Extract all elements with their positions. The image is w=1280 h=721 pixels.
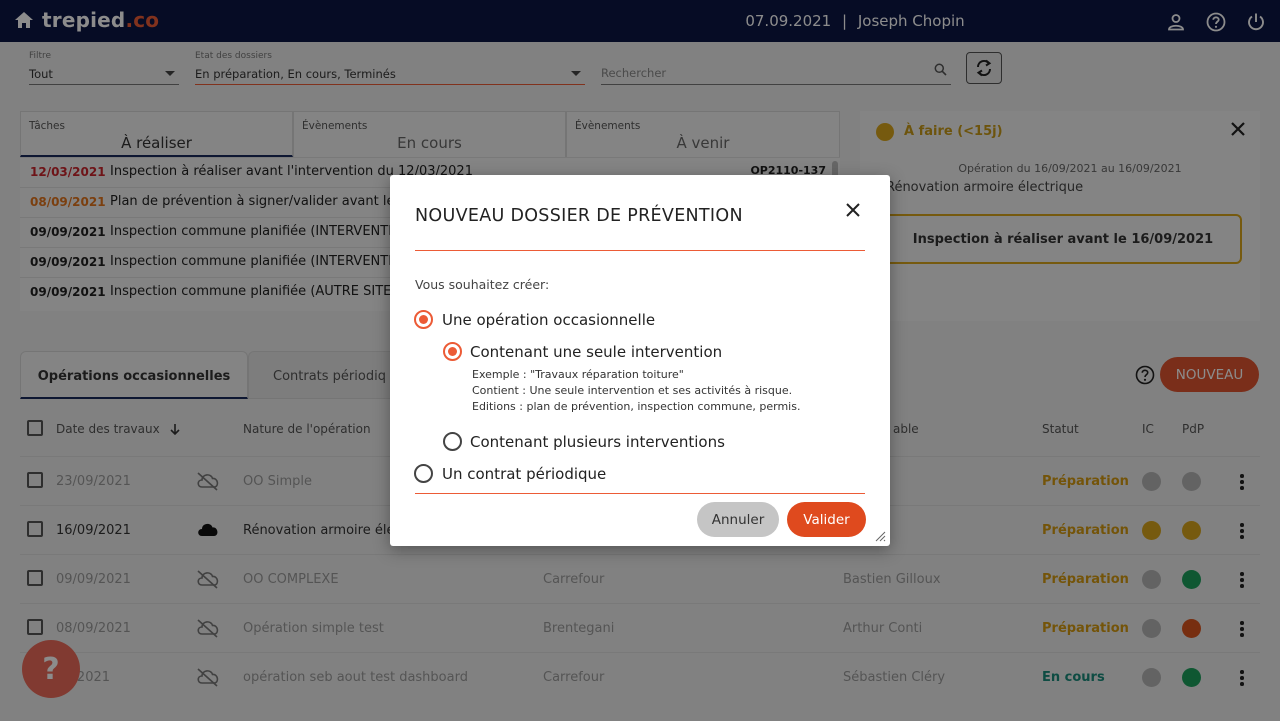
- modal-title: NOUVEAU DOSSIER DE PRÉVENTION: [415, 206, 743, 226]
- new-prevention-file-dialog: NOUVEAU DOSSIER DE PRÉVENTION Vous souha…: [390, 175, 890, 546]
- desc-editions: Editions : plan de prévention, inspectio…: [472, 400, 801, 413]
- radio-occasional-operation[interactable]: [414, 310, 433, 329]
- modal-prompt: Vous souhaitez créer:: [415, 277, 550, 292]
- radio-periodic-label[interactable]: Un contrat périodique: [442, 465, 606, 483]
- desc-contains: Contient : Une seule intervention et ses…: [472, 384, 793, 397]
- radio-periodic-contract[interactable]: [414, 464, 433, 483]
- cancel-button[interactable]: Annuler: [697, 502, 779, 537]
- divider: [415, 250, 865, 251]
- radio-single-intervention[interactable]: [443, 342, 462, 361]
- resize-handle-icon[interactable]: [874, 530, 886, 542]
- close-icon[interactable]: [845, 202, 861, 218]
- divider: [415, 493, 865, 494]
- radio-multiple-label[interactable]: Contenant plusieurs interventions: [470, 433, 725, 451]
- radio-occasional-label[interactable]: Une opération occasionnelle: [442, 311, 655, 329]
- validate-button[interactable]: Valider: [787, 502, 866, 537]
- desc-example: Exemple : "Travaux réparation toiture": [472, 368, 684, 381]
- radio-multiple-interventions[interactable]: [443, 432, 462, 451]
- radio-single-label[interactable]: Contenant une seule intervention: [470, 343, 722, 361]
